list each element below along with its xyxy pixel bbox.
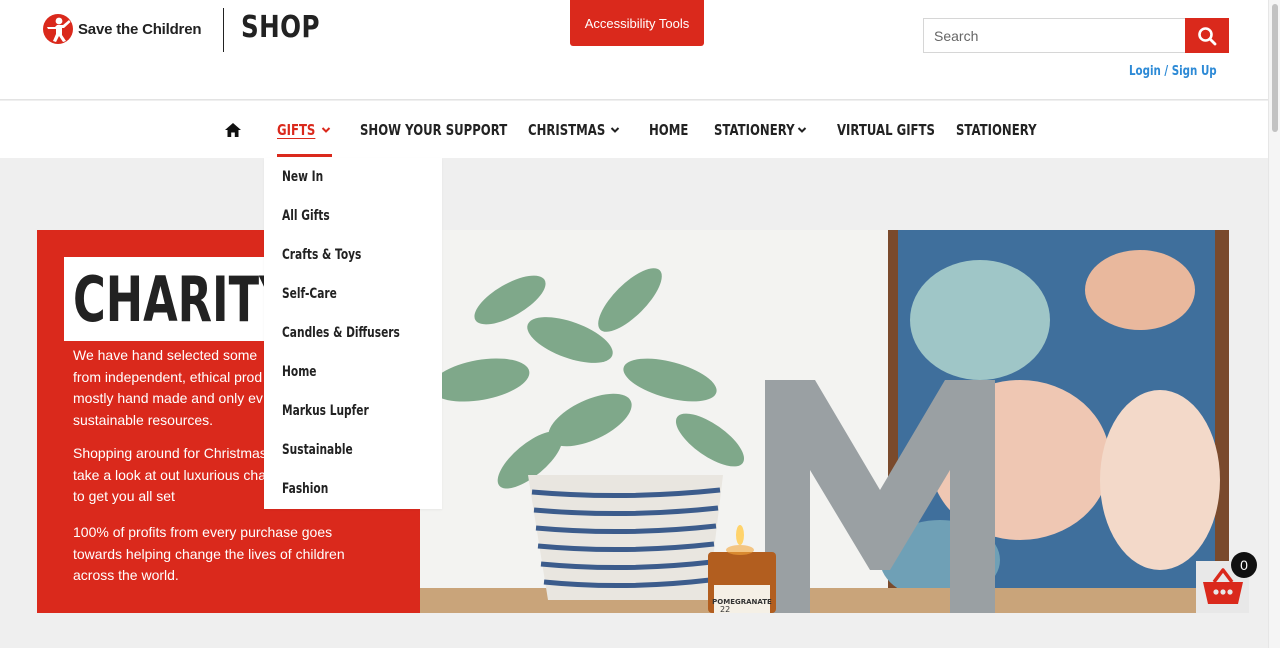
nav-stationery-label: STATIONERY	[714, 120, 795, 139]
nav-home-label: HOME	[649, 120, 689, 139]
dropdown-item-all-gifts[interactable]: All Gifts	[282, 208, 330, 224]
chevron-down-icon	[610, 127, 620, 133]
cart-count-badge: 0	[1231, 552, 1257, 578]
chevron-down-icon	[321, 127, 331, 133]
accessibility-tools-button[interactable]: Accessibility Tools	[570, 0, 704, 46]
nav-stationery-2[interactable]: STATIONERY	[956, 101, 1059, 158]
nav-show-your-support[interactable]: SHOW YOUR SUPPORT	[360, 101, 549, 158]
nav-christmas-label: CHRISTMAS	[528, 120, 606, 139]
org-name: Save the Children	[78, 20, 202, 38]
nav-show-your-support-label: SHOW YOUR SUPPORT	[360, 120, 508, 139]
nav-virtual-gifts-label: VIRTUAL GIFTS	[837, 120, 935, 139]
nav-virtual-gifts[interactable]: VIRTUAL GIFTS	[837, 101, 963, 158]
home-icon	[225, 122, 241, 137]
shop-title: SHOP	[241, 10, 320, 45]
dropdown-item-crafts-toys[interactable]: Crafts & Toys	[282, 247, 361, 263]
dropdown-item-self-care[interactable]: Self-Care	[282, 286, 337, 302]
nav-home-link[interactable]: HOME	[649, 101, 699, 158]
page-scrollbar[interactable]	[1268, 0, 1280, 648]
hero-image: POMEGRANATE 22	[420, 230, 1229, 613]
save-the-children-logo[interactable]: Save the Children	[42, 13, 202, 45]
scrollbar-thumb[interactable]	[1272, 4, 1278, 132]
candle-number: 22	[720, 605, 730, 613]
active-nav-underline	[277, 154, 332, 157]
dropdown-item-candles-diffusers[interactable]: Candles & Diffusers	[282, 325, 400, 341]
nav-gifts[interactable]: GIFTS	[277, 101, 326, 158]
nav-home[interactable]	[224, 101, 242, 158]
logo-divider	[223, 8, 224, 52]
nav-gifts-label: GIFTS	[277, 120, 316, 139]
search-input[interactable]	[923, 18, 1185, 53]
hero-line: towards helping change the lives of chil…	[73, 545, 345, 562]
dropdown-item-new-in[interactable]: New In	[282, 169, 323, 185]
chevron-down-icon	[797, 127, 807, 133]
hero-paragraph-3: 100% of profits from every purchase goes…	[73, 522, 373, 587]
nav-stationery-2-label: STATIONERY	[956, 120, 1037, 139]
hero-line: across the world.	[73, 567, 179, 583]
search-icon	[1198, 26, 1217, 45]
dropdown-item-markus-lupfer[interactable]: Markus Lupfer	[282, 403, 369, 419]
search-form	[923, 18, 1229, 53]
hero-banner: POMEGRANATE 22 CHARITY G We have hand se…	[37, 230, 1229, 613]
gifts-dropdown-menu: New In All Gifts Crafts & Toys Self-Care…	[264, 158, 442, 509]
dropdown-item-fashion[interactable]: Fashion	[282, 481, 328, 497]
site-header: Save the Children SHOP Accessibility Too…	[0, 0, 1268, 100]
dropdown-item-sustainable[interactable]: Sustainable	[282, 442, 353, 458]
hero-line: 100% of profits from every purchase goes	[73, 524, 333, 540]
save-the-children-logo-icon	[43, 14, 73, 44]
dropdown-item-home[interactable]: Home	[282, 364, 317, 380]
search-button[interactable]	[1185, 18, 1229, 53]
login-signup-link[interactable]: Login / Sign Up	[1129, 64, 1217, 79]
main-nav: GIFTS SHOW YOUR SUPPORT CHRISTMAS HOME S…	[0, 101, 1268, 158]
